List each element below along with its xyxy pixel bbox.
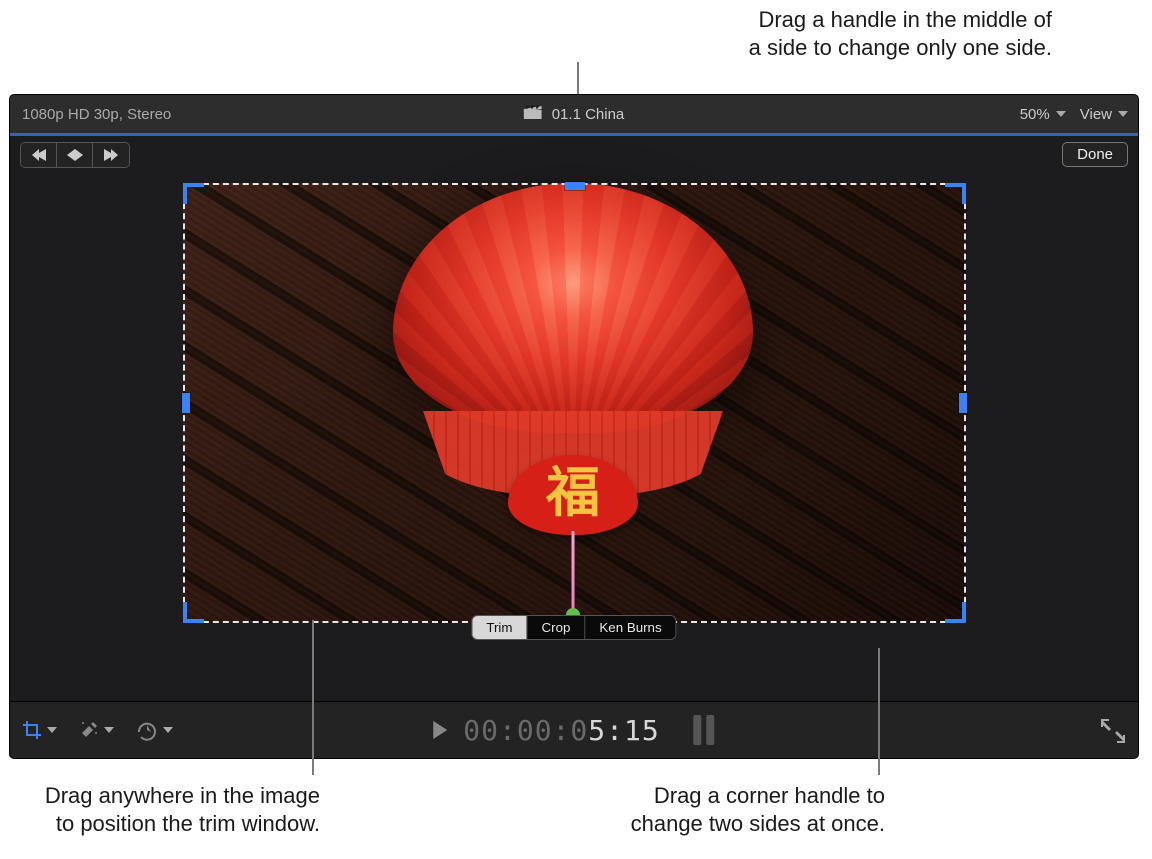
callout-bottom-right: Drag a corner handle to change two sides… xyxy=(555,782,885,838)
callout-bottom-left-text: Drag anywhere in the image to position t… xyxy=(45,783,320,836)
callout-top: Drag a handle in the middle of a side to… xyxy=(532,6,1052,62)
format-label: 1080p HD 30p, Stereo xyxy=(10,106,171,123)
mode-trim-button[interactable]: Trim xyxy=(472,616,527,639)
titlebar: 1080p HD 30p, Stereo 01.1 China 50% View xyxy=(10,95,1138,133)
audio-meter xyxy=(694,715,715,745)
chevron-down-icon xyxy=(47,727,57,733)
crop-handle-right[interactable] xyxy=(959,393,967,413)
crop-handle-top-left[interactable] xyxy=(183,183,205,205)
crop-mode-segmented-control: Trim Crop Ken Burns xyxy=(471,615,676,640)
chevron-down-icon xyxy=(163,727,173,733)
viewer-window: 1080p HD 30p, Stereo 01.1 China 50% View xyxy=(10,95,1138,758)
effects-tool-menu[interactable] xyxy=(79,720,114,740)
onscreen-controls-row: Done xyxy=(10,136,1138,174)
done-button[interactable]: Done xyxy=(1062,142,1128,167)
crop-rectangle[interactable] xyxy=(183,183,966,623)
nudge-center-button[interactable] xyxy=(57,143,93,167)
clip-name: 01.1 China xyxy=(552,106,625,123)
nudge-segmented-control xyxy=(20,142,130,168)
view-label: View xyxy=(1080,106,1112,123)
crop-handle-top[interactable] xyxy=(565,182,585,190)
nudge-prev-button[interactable] xyxy=(21,143,57,167)
retime-tool-menu[interactable] xyxy=(136,719,173,741)
fullscreen-button[interactable] xyxy=(1100,718,1126,744)
crop-tool-menu[interactable] xyxy=(22,720,57,740)
play-button[interactable] xyxy=(433,721,447,739)
zoom-value: 50% xyxy=(1020,106,1050,123)
crop-handle-top-right[interactable] xyxy=(944,183,966,205)
callout-top-text: Drag a handle in the middle of a side to… xyxy=(749,7,1052,60)
view-dropdown[interactable]: View xyxy=(1080,106,1128,123)
timecode-prefix: 00:00:0 xyxy=(463,714,588,747)
mode-crop-button[interactable]: Crop xyxy=(528,616,586,639)
transport-bar: 00:00:05:15 xyxy=(10,701,1138,758)
crop-handle-bottom-right[interactable] xyxy=(944,601,966,623)
callout-line-bottom-left xyxy=(312,620,314,775)
timecode-display[interactable]: 00:00:05:15 xyxy=(463,714,659,747)
chevron-down-icon xyxy=(1056,111,1066,117)
crop-handle-bottom-left[interactable] xyxy=(183,601,205,623)
chevron-down-icon xyxy=(104,727,114,733)
zoom-dropdown[interactable]: 50% xyxy=(1020,106,1066,123)
clapper-icon xyxy=(524,105,542,123)
chevron-down-icon xyxy=(1118,111,1128,117)
viewer-canvas: 福 Trim Crop xyxy=(10,174,1138,682)
mode-ken-burns-button[interactable]: Ken Burns xyxy=(585,616,675,639)
audio-meter-bar xyxy=(707,715,715,745)
timecode-value: 5:15 xyxy=(588,714,659,747)
titlebar-center: 01.1 China xyxy=(524,105,625,123)
callout-bottom-left: Drag anywhere in the image to position t… xyxy=(20,782,320,838)
crop-handle-left[interactable] xyxy=(182,393,190,413)
audio-meter-bar xyxy=(694,715,702,745)
callout-bottom-right-text: Drag a corner handle to change two sides… xyxy=(631,783,885,836)
callout-line-bottom-right xyxy=(878,648,880,775)
nudge-next-button[interactable] xyxy=(93,143,129,167)
